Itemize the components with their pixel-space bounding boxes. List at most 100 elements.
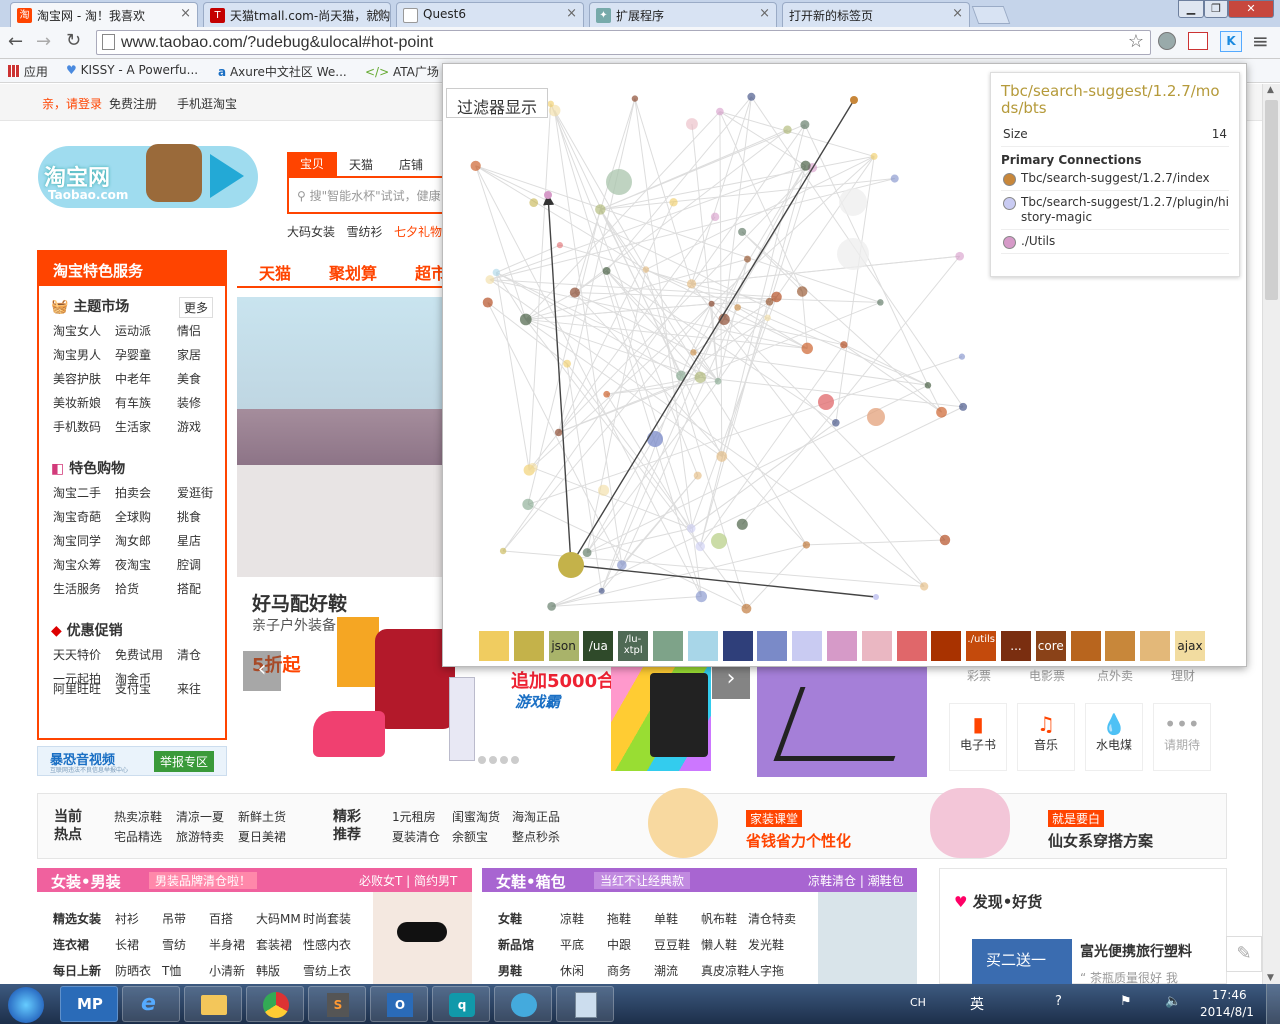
link-item[interactable]: 星店: [177, 532, 201, 549]
graph-node[interactable]: [802, 541, 811, 549]
bookmark-star-icon[interactable]: ☆: [1128, 31, 1144, 52]
connection-item[interactable]: Tbc/search-suggest/1.2.7/plugin/history-…: [1001, 191, 1229, 230]
category-link[interactable]: 凉鞋: [560, 910, 584, 927]
promo-outdoor[interactable]: 好马配好鞍 亲子户外装备 5折起 ‹: [237, 577, 477, 777]
graph-node[interactable]: [800, 160, 811, 171]
graph-node[interactable]: [939, 534, 951, 546]
graph-node[interactable]: [631, 95, 639, 102]
graph-node[interactable]: [695, 590, 708, 603]
show-desktop-button[interactable]: [1266, 984, 1280, 1024]
quick-top-item[interactable]: 彩票: [967, 667, 991, 684]
beauty-tag[interactable]: 就是要白: [1048, 810, 1105, 827]
legend-swatch[interactable]: [687, 631, 718, 661]
legend-swatch[interactable]: /ua: [583, 631, 614, 661]
link-item[interactable]: 新鲜土货: [238, 808, 286, 825]
graph-node[interactable]: [694, 371, 706, 383]
taskbar-app-ie[interactable]: e: [122, 986, 180, 1022]
category-link[interactable]: 发光鞋: [748, 936, 784, 953]
graph-node[interactable]: [595, 204, 606, 215]
filter-display-button[interactable]: 过滤器显示: [446, 88, 548, 118]
legend-swatch[interactable]: [1105, 631, 1136, 661]
graph-node[interactable]: [693, 471, 702, 480]
legend-swatch[interactable]: [757, 631, 788, 661]
graph-node[interactable]: [470, 160, 481, 171]
link-item[interactable]: 生活服务: [53, 580, 101, 597]
legend-swatch[interactable]: [722, 631, 753, 661]
link-item[interactable]: 拍卖会: [115, 484, 151, 501]
category-link[interactable]: 雪纺上衣: [303, 962, 351, 979]
minimize-icon[interactable]: ▁: [1178, 0, 1204, 18]
category-link[interactable]: 套装裙: [256, 936, 292, 953]
legend-swatch[interactable]: ajax: [1175, 631, 1205, 661]
bookmark-axure[interactable]: a Axure中文社区 We...: [218, 63, 347, 80]
graph-node[interactable]: [598, 484, 610, 496]
taskbar-app-explorer[interactable]: [184, 986, 242, 1022]
graph-node[interactable]: [958, 353, 966, 360]
category-link[interactable]: 平底: [560, 936, 584, 953]
globe-icon[interactable]: [1158, 32, 1176, 50]
quick-utilities[interactable]: 💧 水电煤: [1085, 703, 1143, 771]
link-item[interactable]: 淘女郎: [115, 532, 151, 549]
graph-node[interactable]: [738, 227, 747, 236]
link-item[interactable]: 海淘正品: [512, 808, 560, 825]
class-tag[interactable]: 家装课堂: [746, 810, 803, 827]
link-item[interactable]: 游戏: [177, 418, 201, 435]
legend-swatch[interactable]: [827, 631, 857, 661]
link-item[interactable]: 淘宝奇葩: [53, 508, 101, 525]
graph-node[interactable]: [736, 518, 748, 530]
feedback-pen-icon[interactable]: ✎: [1226, 936, 1262, 972]
carousel-prev-icon[interactable]: ‹: [243, 651, 281, 691]
graph-node[interactable]: [527, 462, 538, 473]
link-item[interactable]: 清仓: [177, 646, 201, 663]
category-link[interactable]: 防晒衣: [115, 962, 151, 979]
connection-item[interactable]: ./Utils: [1001, 230, 1229, 254]
link-item[interactable]: 拾货: [115, 580, 139, 597]
more-button[interactable]: 更多: [179, 297, 214, 318]
apps-bookmark[interactable]: 应用: [8, 63, 48, 80]
discover-image[interactable]: 买二送一: [972, 939, 1072, 984]
scroll-down-icon[interactable]: ▼: [1267, 973, 1274, 983]
graph-node[interactable]: [832, 418, 840, 427]
chart-extension-icon[interactable]: [1188, 32, 1208, 50]
browser-tab-taobao[interactable]: 淘 淘宝网 - 淘！我喜欢 ×: [10, 2, 198, 28]
category-link[interactable]: 拖鞋: [607, 910, 631, 927]
legend-swatch[interactable]: [931, 631, 962, 661]
browser-tab-extensions[interactable]: ✦ 扩展程序 ×: [589, 2, 777, 27]
tab-close-icon[interactable]: ×: [373, 6, 384, 21]
category-link[interactable]: 豆豆鞋: [654, 936, 690, 953]
category-row-heading[interactable]: 新品馆: [498, 936, 534, 953]
legend-swatch[interactable]: [479, 631, 509, 661]
quick-music[interactable]: ♫ 音乐: [1017, 703, 1075, 771]
link-item[interactable]: 闺蜜淘货: [452, 808, 500, 825]
graph-node[interactable]: [708, 300, 715, 307]
category-tag[interactable]: 当红不让经典款: [594, 872, 691, 889]
link-item[interactable]: 阿里旺旺: [53, 680, 101, 697]
graph-node[interactable]: [519, 313, 532, 326]
carousel-dot[interactable]: [511, 756, 519, 764]
report-banner[interactable]: 暴恐音视频 互联网违法不良信息举报中心 举报专区: [37, 746, 227, 776]
search-input[interactable]: ⚲ 搜"智能水杯"试试，健康: [287, 176, 447, 214]
link-item[interactable]: 全球购: [115, 508, 151, 525]
link-item[interactable]: 装修: [177, 394, 201, 411]
search-tab-shop[interactable]: 店铺: [399, 156, 423, 173]
link-item[interactable]: 淘宝同学: [53, 532, 101, 549]
graph-node[interactable]: [764, 314, 771, 322]
graph-node[interactable]: [837, 238, 869, 270]
link-item[interactable]: 孕婴童: [115, 346, 151, 363]
category-row-heading[interactable]: 精选女装: [53, 910, 101, 927]
carousel-dot[interactable]: [500, 756, 508, 764]
graph-node[interactable]: [716, 451, 728, 462]
link-item[interactable]: 整点秒杀: [512, 828, 560, 845]
graph-node[interactable]: [796, 286, 808, 297]
legend-swatch[interactable]: [513, 631, 544, 661]
sandals-image[interactable]: [818, 892, 917, 984]
category-right-links[interactable]: 必败女T | 简约男T: [359, 872, 457, 889]
category-tag[interactable]: 男装品牌清仓啦！: [149, 872, 258, 889]
category-link[interactable]: 小清新: [209, 962, 245, 979]
link-item[interactable]: 来往: [177, 680, 201, 697]
legend-swatch[interactable]: json: [548, 631, 579, 661]
search-tab-item[interactable]: 宝贝: [287, 152, 337, 176]
search-tab-tmall[interactable]: 天猫: [349, 156, 373, 173]
taskbar-app-qq[interactable]: q: [432, 986, 490, 1022]
link-item[interactable]: 支付宝: [115, 680, 151, 697]
